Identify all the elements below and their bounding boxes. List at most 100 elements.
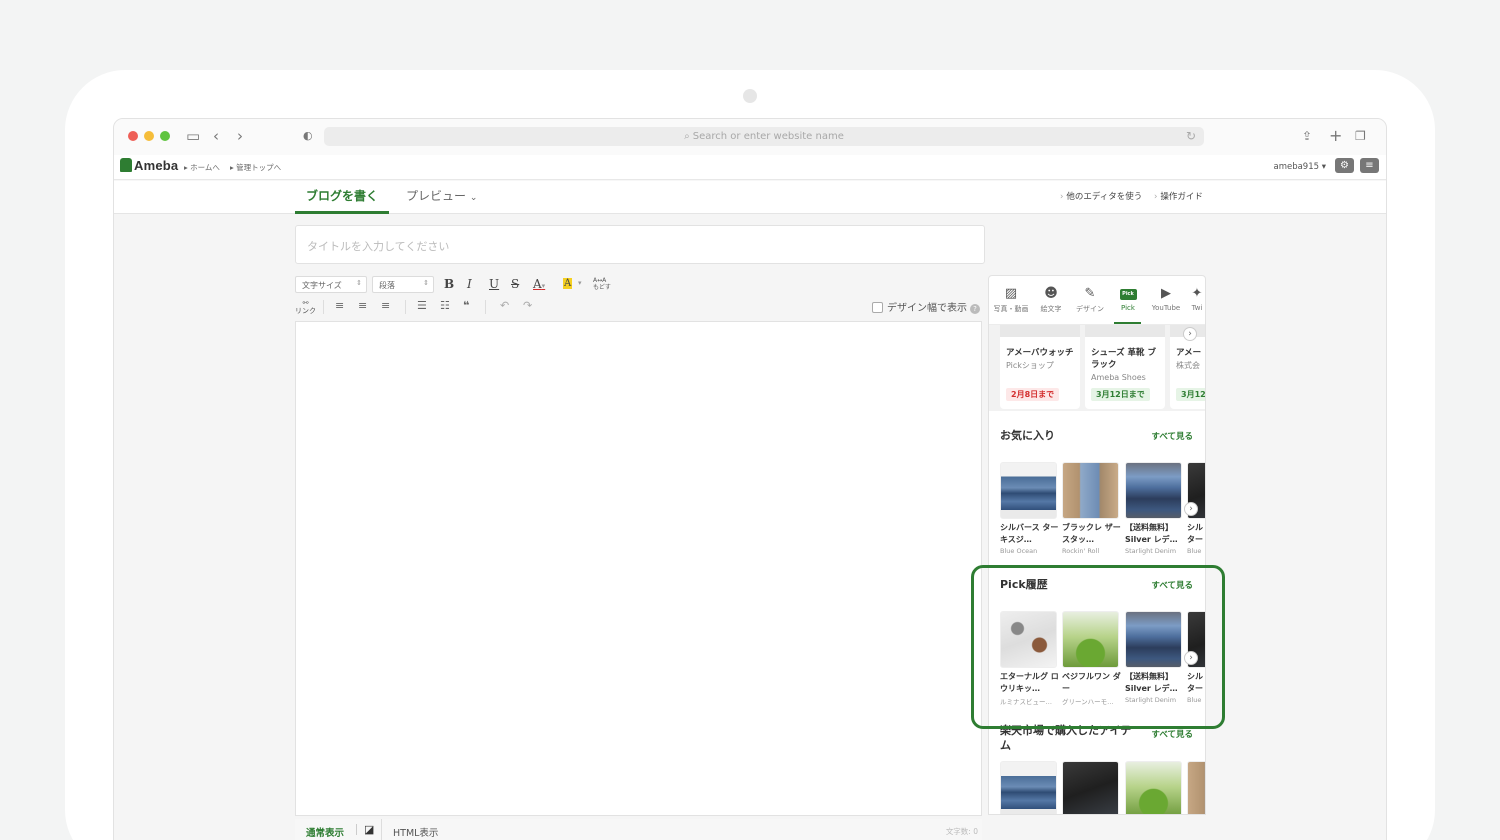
font-size-select[interactable]: 文字サイズ ⇕ (295, 276, 367, 293)
tab-pick[interactable]: Pick Pick (1109, 286, 1147, 312)
tab-preview[interactable]: プレビュー ⌄ (406, 181, 477, 214)
search-icon: ⌕ (684, 131, 690, 142)
product-thumbnail[interactable] (1062, 761, 1119, 814)
undo-icon[interactable]: ↶ (500, 299, 509, 313)
card-image (1000, 325, 1080, 337)
text-color-button[interactable]: A▾ (533, 277, 545, 291)
tab-photo[interactable]: ▨ 写真・動画 (992, 286, 1030, 314)
address-bar[interactable]: ⌕ Search or enter website name ↻ (324, 127, 1204, 146)
align-left-icon[interactable]: ≡ (335, 299, 344, 313)
card-deadline: 2月8日まで (1006, 388, 1060, 401)
user-menu[interactable]: ameba915 ▾ (1273, 162, 1326, 172)
quote-icon[interactable]: ❝ (463, 299, 469, 313)
close-window-button[interactable] (128, 131, 138, 141)
shield-icon[interactable]: ◐ (303, 127, 313, 145)
card-deadline: 3月12日まで (1091, 388, 1150, 401)
separator (485, 300, 486, 314)
chevron-down-icon: ⌄ (469, 193, 478, 203)
redo-icon[interactable]: ↷ (523, 299, 532, 313)
maximize-window-button[interactable] (160, 131, 170, 141)
photo-icon: ▨ (1004, 286, 1018, 301)
product-thumbnail[interactable] (1125, 462, 1182, 519)
chevron-right-icon[interactable]: › (1184, 502, 1198, 516)
product-shop: Blue (1187, 547, 1202, 555)
product-thumbnail[interactable] (1000, 462, 1057, 519)
align-right-icon[interactable]: ≡ (381, 299, 390, 313)
help-icon[interactable]: ? (970, 304, 980, 314)
numbered-list-icon[interactable]: ☷ (440, 299, 450, 313)
card-name: アメー (1176, 348, 1202, 358)
bg-color-caret: ▾ (578, 279, 582, 287)
design-width-checkbox[interactable]: デザイン幅で表示? (872, 299, 980, 314)
sidebar-icon[interactable]: ▭ (186, 127, 200, 145)
tab-emoji[interactable]: ☻ 絵文字 (1032, 286, 1070, 314)
tab-write-blog[interactable]: ブログを書く (295, 181, 389, 214)
paragraph-select[interactable]: 段落 ⇕ (372, 276, 434, 293)
product-name: 【送料無料】 Silver レデ… (1125, 523, 1178, 544)
italic-button[interactable]: I (467, 277, 472, 291)
editor-body[interactable] (295, 321, 982, 816)
card-name: シューズ 革靴 ブラック (1091, 348, 1156, 370)
pick-icon: Pick (1109, 286, 1147, 302)
bg-color-button[interactable]: A (563, 278, 573, 289)
product-thumbnail[interactable] (1125, 761, 1182, 814)
rakuten-see-all-link[interactable]: すべて見る (1151, 728, 1193, 740)
product-shop: Starlight Denim (1125, 547, 1177, 555)
html-view-tab[interactable]: HTML表示 (393, 825, 438, 839)
card-name: アメーバウォッチ (1006, 348, 1074, 358)
highlight-frame (971, 565, 1225, 729)
settings-icon[interactable]: ⚙ (1335, 158, 1354, 173)
camera-dot (743, 89, 757, 103)
favorites-title: お気に入り (1000, 429, 1055, 442)
menu-icon[interactable]: ≡ (1360, 158, 1379, 173)
pick-card[interactable]: シューズ 革靴 ブラック Ameba Shoes 3月12日まで (1085, 325, 1165, 409)
other-editor-link[interactable]: › 他のエディタを使う (1060, 190, 1142, 202)
separator (405, 300, 406, 314)
pick-card[interactable]: アメーバウォッチ Pickショップ 2月8日まで (1000, 325, 1080, 409)
favorites-section: お気に入り すべて見る › シルバース ターキスジ… ブラックレ ザースタッ… … (989, 418, 1205, 568)
share-icon[interactable]: ⇪ (1302, 127, 1312, 145)
chevron-right-icon[interactable]: › (1183, 327, 1197, 341)
guide-link[interactable]: › 操作ガイド (1154, 190, 1203, 202)
tab-youtube[interactable]: ▶ YouTube (1147, 286, 1185, 312)
tabs-overview-icon[interactable]: ❐ (1355, 127, 1366, 145)
pick-cards-row: アメーバウォッチ Pickショップ 2月8日まで シューズ 革靴 ブラック Am… (989, 325, 1205, 411)
card-deadline: 3月12 (1176, 388, 1205, 401)
product-thumbnail[interactable] (1187, 761, 1205, 814)
ameba-logo[interactable]: Ameba (120, 158, 178, 173)
ameba-header: Ameba ▸ ホームへ ▸ 管理トップへ ameba915 ▾ ⚙ ≡ (114, 155, 1386, 180)
rakuten-section: 楽天市場で購入したアイテム すべて見る (989, 719, 1205, 814)
title-input[interactable]: タイトルを入力してください (295, 225, 985, 264)
tab-twitter[interactable]: ✦ Twi (1185, 286, 1205, 312)
minimize-window-button[interactable] (144, 131, 154, 141)
favorites-see-all-link[interactable]: すべて見る (1151, 430, 1193, 442)
home-link[interactable]: ▸ ホームへ (184, 162, 220, 173)
separator (381, 819, 382, 840)
bullet-list-icon[interactable]: ☰ (417, 299, 427, 313)
editor-tabs: ブログを書く プレビュー ⌄ › 他のエディタを使う › 操作ガイド (114, 181, 1386, 214)
admin-link[interactable]: ▸ 管理トップへ (230, 162, 281, 173)
insert-panel: ▨ 写真・動画 ☻ 絵文字 ✎ デザイン Pick Pick ▶ YouTube ✦ Twi… (988, 275, 1206, 815)
tab-design[interactable]: ✎ デザイン (1071, 286, 1109, 314)
twitter-icon: ✦ (1191, 286, 1203, 301)
product-thumbnail[interactable] (1000, 761, 1057, 814)
product-name: ブラックレ ザースタッ… (1062, 523, 1121, 544)
toggle-icon[interactable]: ◪ (364, 823, 374, 836)
address-placeholder: Search or enter website name (692, 131, 844, 142)
card-image (1085, 325, 1165, 337)
strike-button[interactable]: S (511, 277, 519, 291)
undo-format-button[interactable]: A↔A もどす (593, 277, 611, 291)
product-name: シル ター (1187, 523, 1203, 544)
browser-window: ▭ ‹ › ◐ ⌕ Search or enter website name ↻ … (113, 118, 1387, 840)
align-center-icon[interactable]: ≡ (358, 299, 367, 313)
normal-view-tab[interactable]: 通常表示 (306, 825, 344, 839)
underline-button[interactable]: U (489, 277, 499, 291)
new-tab-icon[interactable]: + (1329, 127, 1342, 145)
product-thumbnail[interactable] (1062, 462, 1119, 519)
reload-icon[interactable]: ↻ (1186, 127, 1196, 146)
card-shop: 株式会 (1176, 361, 1200, 370)
forward-icon[interactable]: › (237, 127, 243, 145)
link-icon[interactable]: ⚯ リンク (295, 299, 316, 315)
bold-button[interactable]: B (444, 277, 454, 291)
back-icon[interactable]: ‹ (213, 127, 219, 145)
